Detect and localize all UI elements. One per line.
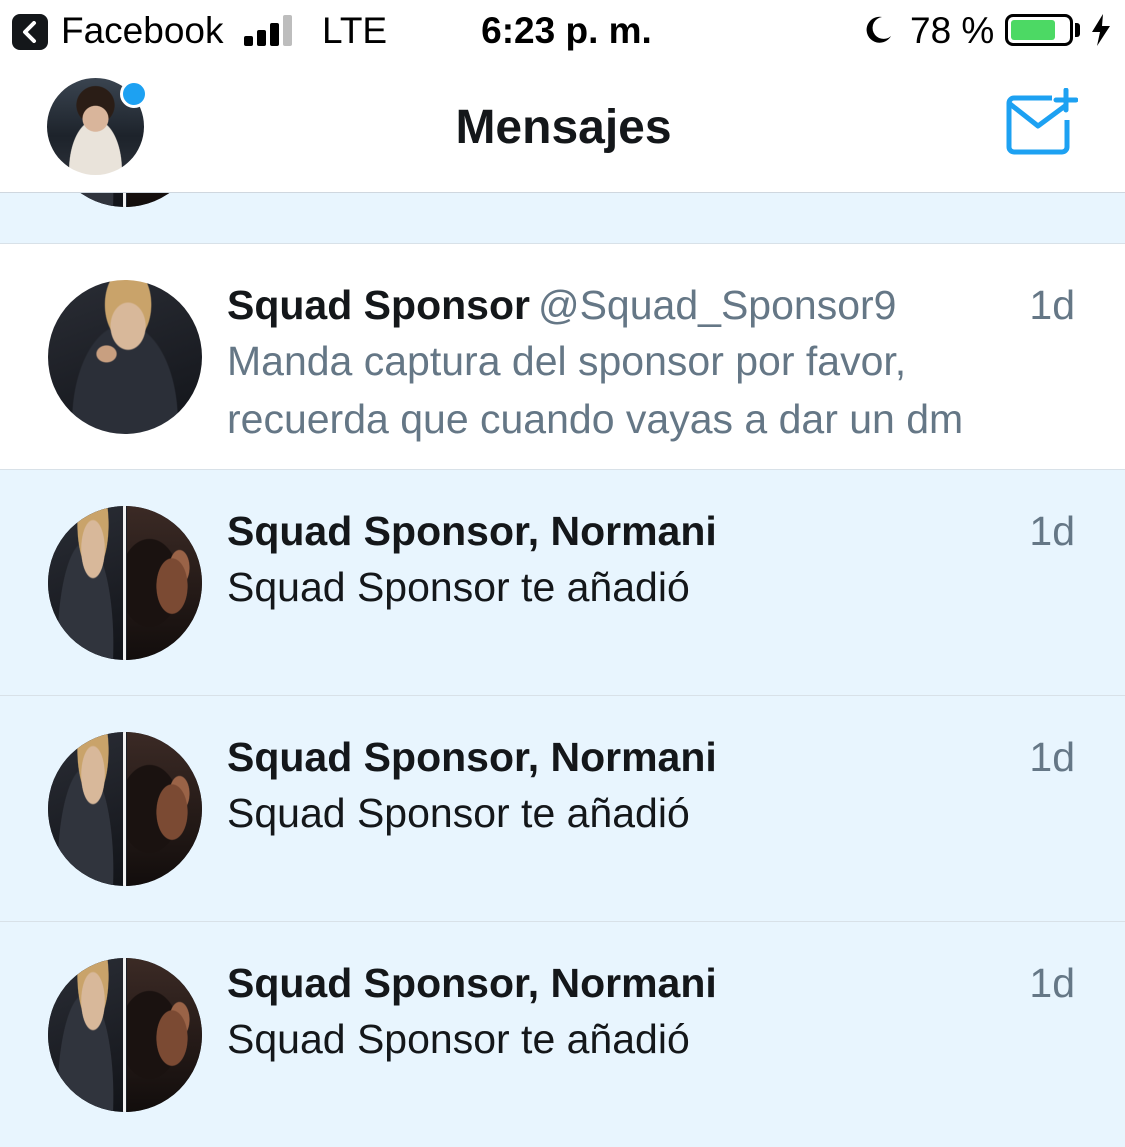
battery-icon	[1005, 14, 1073, 46]
user-avatar	[48, 280, 202, 434]
group-avatar	[48, 506, 202, 660]
group-avatar	[48, 958, 202, 1112]
moon-icon	[866, 16, 891, 43]
message-preview: Manda captura del sponsor por favor, rec…	[227, 338, 964, 442]
conversation-time: 1d	[1029, 282, 1075, 328]
message-preview: Squad Sponsor te añadió	[227, 564, 690, 610]
battery-tip	[1075, 23, 1080, 37]
compose-message-icon[interactable]	[1006, 88, 1078, 156]
conversation-handle: @Squad_Sponsor9	[537, 282, 897, 328]
conversation-name: Squad Sponsor, Normani	[227, 508, 717, 554]
message-preview: Squad Sponsor te añadió	[227, 790, 690, 836]
charging-bolt-icon	[1092, 14, 1110, 46]
status-bar: Facebook LTE 6:23 p. m. 78 %	[0, 0, 1125, 64]
group-avatar	[48, 193, 202, 207]
battery-level-fill	[1011, 20, 1055, 40]
conversation-name: Squad Sponsor	[227, 282, 530, 328]
battery-percent: 78 %	[910, 10, 995, 51]
conversation-time: 1d	[1029, 734, 1075, 780]
clock: 6:23 p. m.	[481, 10, 652, 51]
conversation-row-partial[interactable]	[0, 193, 1125, 244]
messages-header: Mensajes	[0, 64, 1125, 193]
conversation-row[interactable]: Squad Sponsor, Normani 1d Squad Sponsor …	[0, 696, 1125, 922]
conversation-time: 1d	[1029, 508, 1075, 554]
group-avatar	[48, 732, 202, 886]
conversation-time: 1d	[1029, 960, 1075, 1006]
page-title: Mensajes	[455, 101, 672, 154]
conversation-row[interactable]: Squad Sponsor, Normani 1d Squad Sponsor …	[0, 470, 1125, 696]
conversation-list[interactable]: Squad Sponsor @Squad_Sponsor9 1d Manda ca…	[0, 193, 1125, 1147]
conversation-row[interactable]: Squad Sponsor, Normani 1d Squad Sponsor …	[0, 922, 1125, 1147]
conversation-name: Squad Sponsor, Normani	[227, 960, 717, 1006]
conversation-name: Squad Sponsor, Normani	[227, 734, 717, 780]
message-preview: Squad Sponsor te añadió	[227, 1016, 690, 1062]
conversation-row[interactable]: Squad Sponsor @Squad_Sponsor9 1d Manda ca…	[0, 244, 1125, 470]
